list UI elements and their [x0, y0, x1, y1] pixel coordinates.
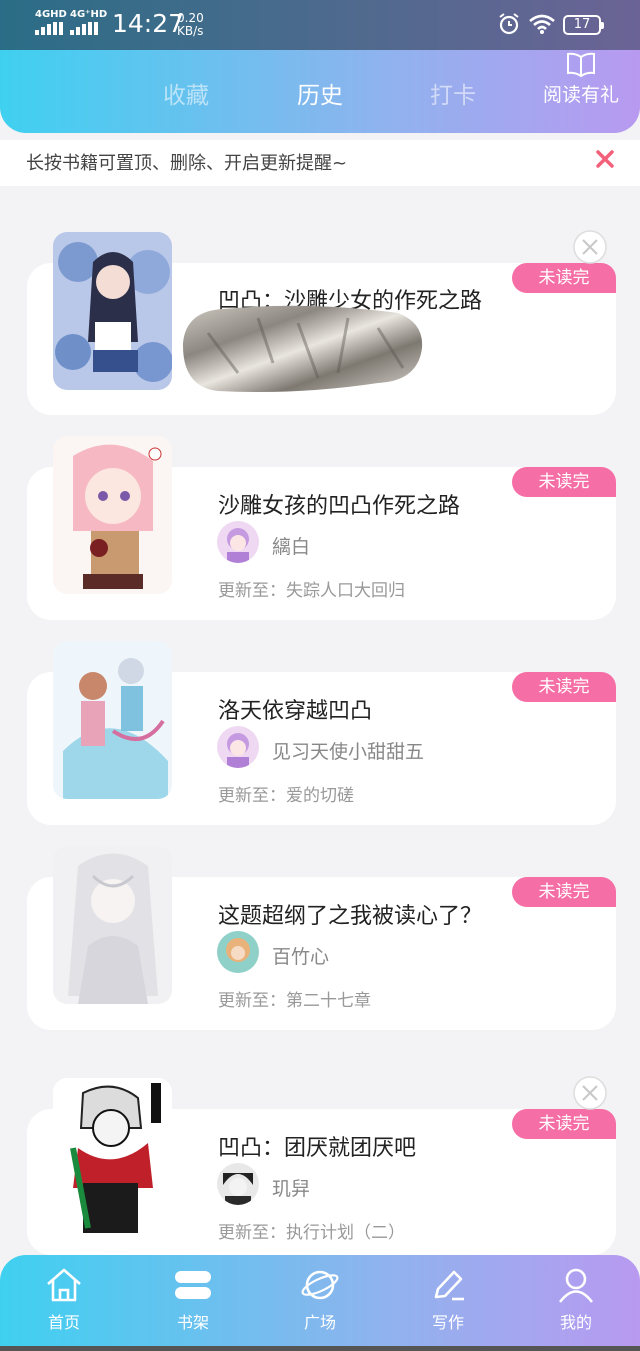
wifi-icon [529, 14, 555, 34]
tab-checkin[interactable]: 打卡 [430, 76, 476, 110]
open-book-icon [567, 52, 595, 78]
tip-text: 长按书籍可置顶、删除、开启更新提醒~ [26, 153, 348, 174]
unread-badge: 未读完 [512, 877, 616, 907]
book-cover[interactable] [53, 232, 172, 390]
book-title: 洛天依穿越凹凸 [218, 699, 373, 724]
book-cover[interactable] [53, 1078, 172, 1236]
bottom-nav: 首页 书架 广场 写作 我的 [0, 1255, 640, 1351]
bookshelf-icon [175, 1271, 211, 1299]
cover-image [53, 436, 172, 594]
signal-label-2: 4G⁺HD [70, 9, 108, 20]
nav-label: 广场 [303, 1313, 336, 1332]
tab-history[interactable]: 历史 [297, 76, 343, 110]
nav-label: 首页 [47, 1313, 80, 1332]
author-name: 玑舁 [272, 1178, 311, 1200]
update-info: 更新至：爱的切磋 [218, 786, 354, 806]
book-title: 凹凸：团厌就团厌吧 [218, 1136, 417, 1161]
author-name: 縭白 [272, 536, 311, 558]
avatar-image [217, 931, 259, 973]
avatar-image [217, 1163, 259, 1205]
author-avatar[interactable] [217, 726, 259, 768]
cover-image [53, 232, 172, 390]
reward-label: 阅读有礼 [542, 84, 619, 106]
book-cover[interactable] [53, 641, 172, 799]
network-speed: 0.20 KB/s [177, 12, 204, 38]
nav-write[interactable]: 写作 [408, 1267, 488, 1333]
status-bar: 4GHD 4G⁺HD 14:27 0.20 KB/s 17 [0, 0, 640, 50]
author-avatar[interactable] [217, 1163, 259, 1205]
tip-bar: 长按书籍可置顶、删除、开启更新提醒~ [0, 140, 640, 186]
remove-book-icon[interactable] [572, 229, 608, 265]
home-icon [47, 1268, 81, 1302]
book-cover[interactable] [53, 436, 172, 594]
unread-badge: 未读完 [512, 263, 616, 293]
nav-home[interactable]: 首页 [24, 1267, 104, 1333]
battery-level: 17 [573, 17, 591, 32]
book-cover[interactable] [53, 846, 172, 1004]
cover-image [53, 1078, 172, 1236]
unread-badge: 未读完 [512, 1109, 616, 1139]
book-title: 这题超纲了之我被读心了？ [218, 904, 483, 929]
remove-book-icon[interactable] [572, 1075, 608, 1111]
nav-label: 写作 [431, 1313, 464, 1332]
book-title: 沙雕女孩的凹凸作死之路 [218, 494, 461, 519]
close-tip-icon[interactable] [594, 148, 616, 170]
update-info: 更新至：失踪人口大回归 [218, 581, 405, 601]
cover-image [53, 846, 172, 1004]
user-icon [558, 1268, 594, 1303]
update-info: 更新至：第二十七章 [218, 991, 371, 1011]
battery-icon: 17 [563, 15, 604, 35]
tab-favorites[interactable]: 收藏 [163, 76, 209, 110]
avatar-image [217, 726, 259, 768]
author-name: 见习天使小甜甜五 [272, 741, 425, 763]
author-avatar[interactable] [217, 931, 259, 973]
speed-unit: KB/s [177, 24, 204, 38]
planet-icon [301, 1270, 339, 1300]
gesture-bar [0, 1346, 640, 1351]
unread-badge: 未读完 [512, 672, 616, 702]
reading-reward-button[interactable]: 阅读有礼 [536, 52, 626, 112]
signal-icon-2 [70, 22, 98, 35]
clock: 14:27 [112, 9, 185, 38]
signal-icon-1 [35, 22, 63, 35]
unread-badge: 未读完 [512, 467, 616, 497]
author-avatar[interactable] [217, 521, 259, 563]
nav-bookshelf[interactable]: 书架 [153, 1267, 233, 1333]
signal-label-1: 4GHD [35, 9, 67, 20]
avatar-image [217, 521, 259, 563]
alarm-icon [499, 13, 519, 35]
nav-mine[interactable]: 我的 [536, 1267, 616, 1333]
pen-icon [434, 1270, 464, 1301]
redacted-sticker [182, 305, 423, 392]
cover-image [53, 641, 172, 799]
nav-plaza[interactable]: 广场 [280, 1267, 360, 1333]
nav-label: 书架 [176, 1313, 209, 1332]
nav-label: 我的 [559, 1313, 592, 1332]
author-name: 百竹心 [272, 946, 330, 968]
update-info: 更新至：执行计划（二） [218, 1223, 405, 1243]
